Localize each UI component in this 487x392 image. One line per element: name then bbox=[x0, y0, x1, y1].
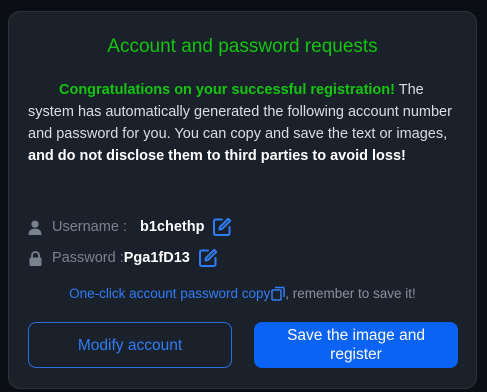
registration-message: Congratulations on your successful regis… bbox=[28, 79, 462, 167]
password-value: Pga1fD13 bbox=[123, 250, 190, 266]
success-highlight: Congratulations on your successful regis… bbox=[59, 82, 395, 98]
username-label: Username : bbox=[52, 219, 131, 235]
lock-icon bbox=[28, 250, 42, 266]
dialog-title: Account and password requests bbox=[107, 36, 378, 57]
password-row: Password : Pga1fD13 bbox=[28, 247, 218, 269]
username-value: b1chethp bbox=[139, 219, 205, 235]
copy-hint-line: One-click account password copy , remembe… bbox=[9, 284, 476, 307]
modify-account-button[interactable]: Modify account bbox=[28, 322, 232, 368]
edit-password-icon[interactable] bbox=[198, 248, 218, 268]
user-icon bbox=[28, 219, 42, 235]
account-dialog: Account and password requests Congratula… bbox=[8, 11, 477, 389]
password-label: Password : bbox=[52, 250, 124, 266]
security-warning: and do not disclose them to third partie… bbox=[28, 148, 406, 164]
edit-username-icon[interactable] bbox=[212, 217, 232, 237]
copy-icon[interactable] bbox=[271, 286, 286, 307]
copy-credentials-link[interactable]: One-click account password copy bbox=[69, 286, 286, 301]
username-row: Username : b1chethp bbox=[28, 216, 232, 238]
save-reminder: , remember to save it! bbox=[285, 286, 416, 301]
copy-link-label: One-click account password copy bbox=[69, 286, 271, 301]
save-image-register-button[interactable]: Save the image and register bbox=[254, 322, 458, 368]
